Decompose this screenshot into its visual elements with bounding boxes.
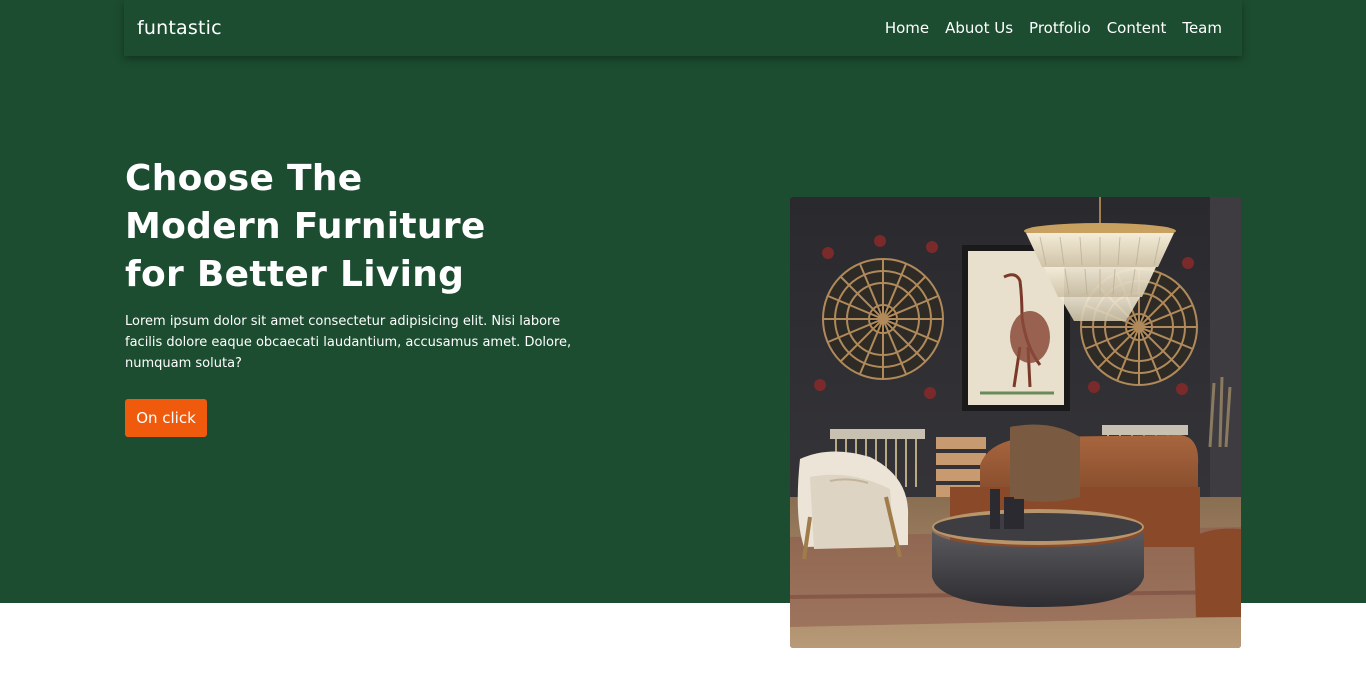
headline-line-3: for Better Living xyxy=(125,254,465,295)
nav-link-home[interactable]: Home xyxy=(885,19,929,37)
hero-description: Lorem ipsum dolor sit amet consectetur a… xyxy=(125,314,572,371)
nav-link-team[interactable]: Team xyxy=(1182,19,1222,37)
nav-links: Home Abuot Us Protfolio Content Team xyxy=(885,19,1222,37)
nav-link-about[interactable]: Abuot Us xyxy=(945,19,1013,37)
navbar: funtastic Home Abuot Us Protfolio Conten… xyxy=(124,0,1242,56)
hero-headline: Choose The Modern Furniture for Better L… xyxy=(125,155,595,299)
nav-link-portfolio[interactable]: Protfolio xyxy=(1029,19,1091,37)
brand-logo[interactable]: funtastic xyxy=(137,17,222,39)
headline-line-2: Modern Furniture xyxy=(125,206,486,247)
cta-button[interactable]: On click xyxy=(125,399,207,437)
nav-link-content[interactable]: Content xyxy=(1107,19,1167,37)
hero-text: Choose The Modern Furniture for Better L… xyxy=(125,155,595,374)
headline-line-1: Choose The xyxy=(125,158,363,199)
furniture-photo xyxy=(790,197,1241,648)
